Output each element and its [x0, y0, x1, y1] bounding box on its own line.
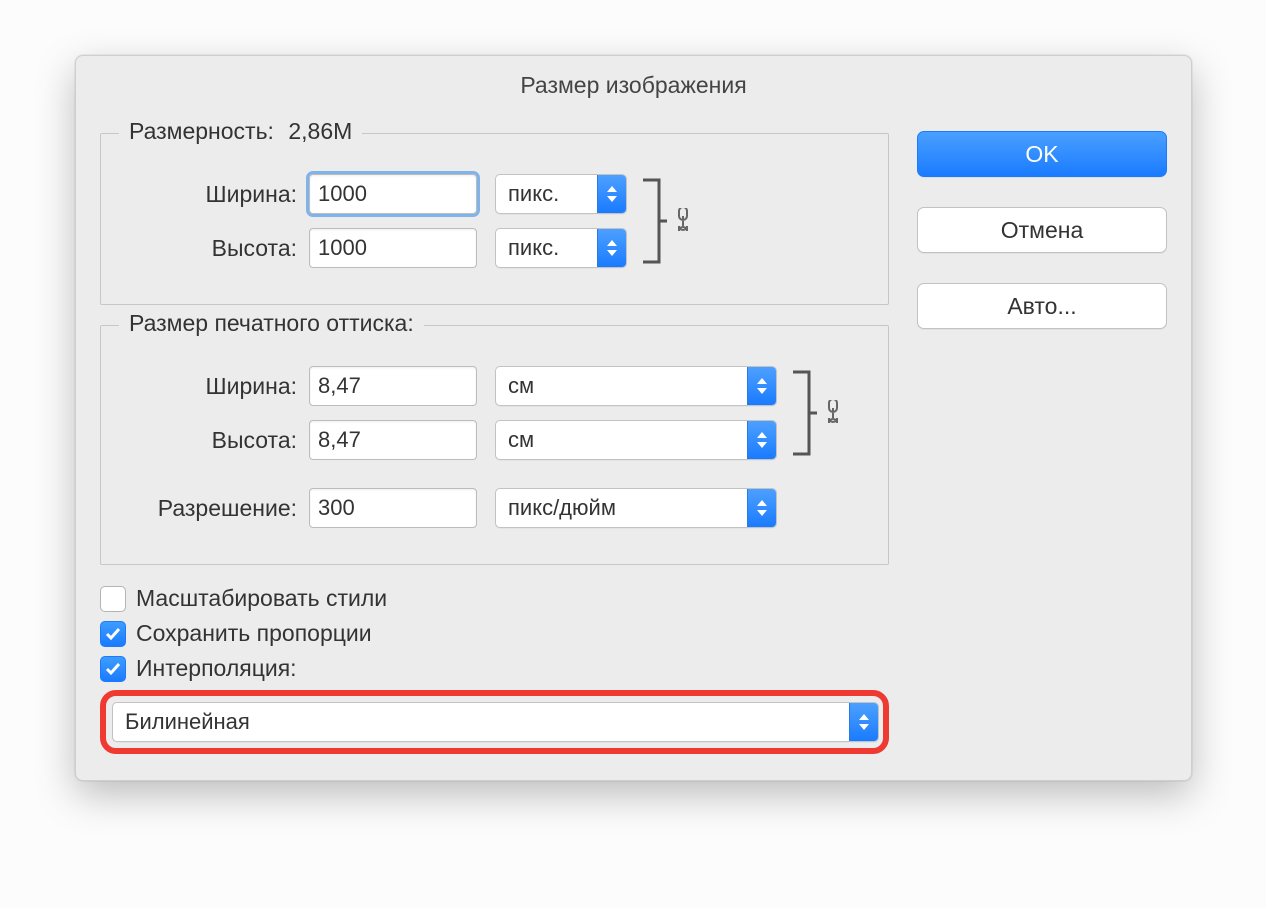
print-width-unit-label: см [496, 373, 747, 399]
print-size-legend: Размер печатного оттиска: [119, 310, 424, 337]
print-height-row: Высота: см [117, 420, 777, 460]
pixel-height-input[interactable] [309, 228, 477, 268]
scale-styles-checkbox[interactable] [100, 586, 126, 612]
print-width-row: Ширина: см [117, 366, 777, 406]
resample-label: Интерполяция: [136, 655, 297, 682]
pixel-width-row: Ширина: пикс. [117, 174, 627, 214]
pixel-width-label: Ширина: [117, 181, 309, 208]
print-width-unit-select[interactable]: см [495, 366, 777, 406]
print-size-group: Размер печатного оттиска: Ширина: см [100, 325, 889, 565]
print-height-input[interactable] [309, 420, 477, 460]
dialog-title: Размер изображения [76, 56, 1191, 113]
stepper-icon [849, 703, 878, 741]
pixel-dim-size: 2,86M [288, 118, 352, 144]
stepper-icon [597, 175, 626, 213]
button-column: OK Отмена Авто... [917, 113, 1167, 754]
pixel-width-unit-select[interactable]: пикс. [495, 174, 627, 214]
scale-styles-label: Масштабировать стили [136, 585, 387, 612]
pixel-width-input[interactable] [309, 174, 477, 214]
resolution-unit-select[interactable]: пикс/дюйм [495, 488, 777, 528]
pixel-height-unit-label: пикс. [496, 235, 597, 261]
pixel-height-label: Высота: [117, 235, 309, 262]
ok-button[interactable]: OK [917, 131, 1167, 177]
resolution-input[interactable] [309, 488, 477, 528]
interpolation-selected-label: Билинейная [113, 709, 849, 735]
resolution-unit-label: пикс/дюйм [496, 495, 747, 521]
scale-styles-row: Масштабировать стили [100, 585, 889, 612]
stepper-icon [747, 421, 776, 459]
left-panel: Размерность: 2,86M Ширина: пикс. [100, 113, 889, 754]
stepper-icon [597, 229, 626, 267]
constrain-label: Сохранить пропорции [136, 620, 372, 647]
pixel-link-bracket [643, 160, 691, 282]
print-width-input[interactable] [309, 366, 477, 406]
resolution-row: Разрешение: пикс/дюйм [117, 488, 872, 528]
stepper-icon [747, 367, 776, 405]
print-width-label: Ширина: [117, 373, 309, 400]
pixel-height-unit-select[interactable]: пикс. [495, 228, 627, 268]
image-size-dialog: Размер изображения Размерность: 2,86M Ши… [75, 55, 1192, 781]
dialog-content: Размерность: 2,86M Ширина: пикс. [76, 113, 1191, 780]
print-link-bracket [793, 352, 841, 474]
print-height-unit-select[interactable]: см [495, 420, 777, 460]
pixel-dim-legend-text: Размерность: [129, 118, 274, 144]
chain-icon [823, 400, 841, 426]
chain-icon [673, 208, 691, 234]
interpolation-select[interactable]: Билинейная [112, 702, 879, 742]
constrain-row: Сохранить пропорции [100, 620, 889, 647]
resolution-label: Разрешение: [117, 495, 309, 522]
pixel-dimensions-legend: Размерность: 2,86M [119, 118, 362, 145]
auto-button[interactable]: Авто... [917, 283, 1167, 329]
constrain-checkbox[interactable] [100, 621, 126, 647]
interpolation-highlight: Билинейная [100, 690, 889, 754]
options-area: Масштабировать стили Сохранить пропорции… [100, 585, 889, 754]
pixel-width-unit-label: пикс. [496, 181, 597, 207]
cancel-button[interactable]: Отмена [917, 207, 1167, 253]
print-height-label: Высота: [117, 427, 309, 454]
resample-checkbox[interactable] [100, 656, 126, 682]
stepper-icon [747, 489, 776, 527]
pixel-height-row: Высота: пикс. [117, 228, 627, 268]
resample-row: Интерполяция: [100, 655, 889, 682]
pixel-dimensions-group: Размерность: 2,86M Ширина: пикс. [100, 133, 889, 305]
print-height-unit-label: см [496, 427, 747, 453]
